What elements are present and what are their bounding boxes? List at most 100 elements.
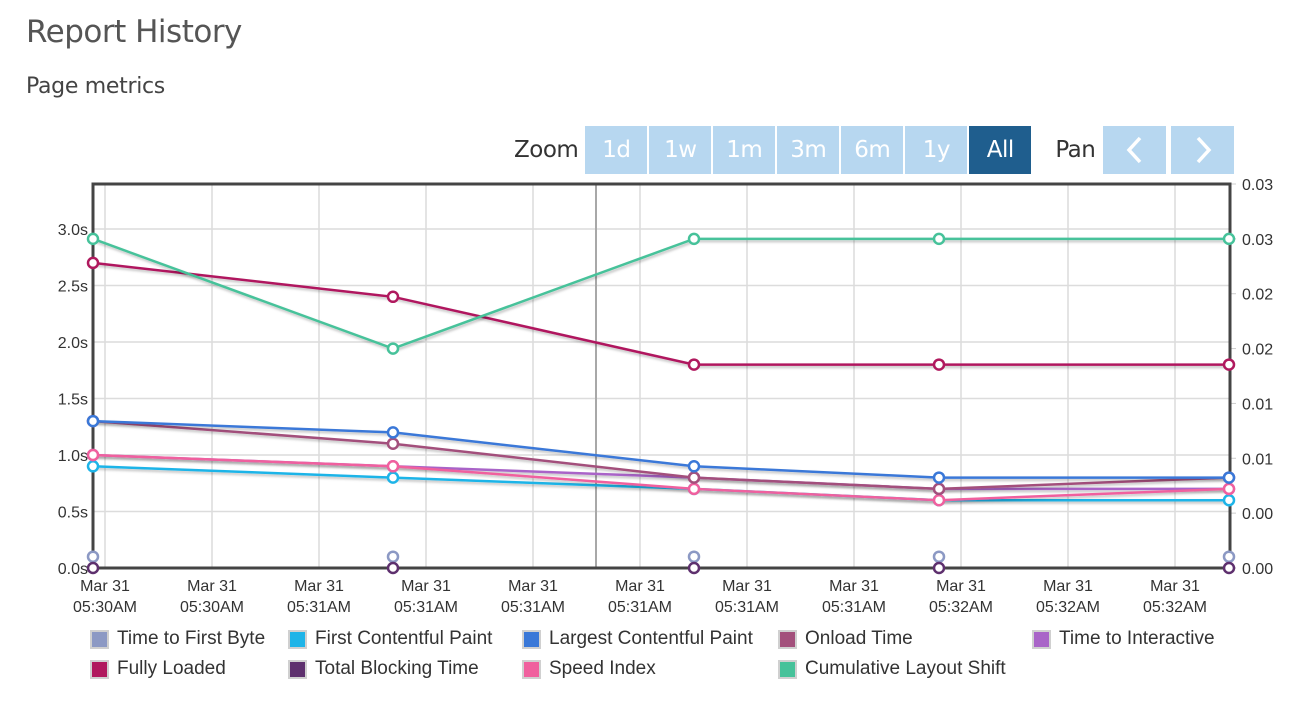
data-point[interactable] — [687, 232, 701, 246]
data-point[interactable] — [1222, 561, 1236, 575]
data-point[interactable] — [1222, 232, 1236, 246]
legend-label: Largest Contentful Paint — [549, 628, 753, 649]
data-point[interactable] — [932, 550, 946, 563]
data-point[interactable] — [687, 482, 701, 496]
legend-label: Onload Time — [805, 628, 913, 649]
data-point[interactable] — [86, 414, 100, 428]
data-point[interactable] — [86, 561, 100, 575]
data-point[interactable] — [1222, 471, 1236, 484]
x-tick-label-time: 05:32AM — [1036, 599, 1100, 616]
data-point[interactable] — [1222, 358, 1236, 371]
x-tick-label-date: Mar 31 — [1150, 578, 1200, 595]
data-point[interactable] — [687, 471, 701, 484]
legend-item[interactable]: Speed Index — [522, 658, 656, 680]
legend-swatch — [90, 659, 109, 679]
y-right-tick-label: 0.00 — [1242, 506, 1273, 523]
legend-item[interactable]: Fully Loaded — [90, 658, 226, 680]
legend-item[interactable]: Onload Time — [778, 628, 913, 650]
legend-swatch — [1032, 629, 1051, 649]
series-group — [86, 232, 1236, 575]
axis-labels: 0.0s 0.5s 1.0s 1.5s 2.0s 2.5s 3.0s Mar 31 05:30A… — [58, 177, 1273, 616]
x-tick-label-time: 05:31AM — [822, 599, 886, 616]
data-point[interactable] — [86, 232, 100, 246]
legend-item[interactable]: Cumulative Layout Shift — [778, 658, 1006, 680]
x-tick-label-time: 05:30AM — [180, 599, 244, 616]
series-line — [92, 419, 1229, 479]
legend-label: Time to First Byte — [117, 628, 266, 649]
legend-swatch — [90, 629, 109, 649]
data-point[interactable] — [386, 426, 400, 439]
legend-item[interactable]: Time to Interactive — [1032, 628, 1215, 650]
data-point[interactable] — [86, 256, 100, 270]
x-tick-label-date: Mar 31 — [829, 578, 879, 595]
series-line — [92, 237, 1229, 350]
data-point[interactable] — [86, 448, 100, 462]
x-tick-label-time: 05:32AM — [1143, 599, 1207, 616]
data-point[interactable] — [386, 460, 400, 473]
line-chart: 0.0s 0.5s 1.0s 1.5s 2.0s 2.5s 3.0s Mar 31 05:30A… — [58, 177, 1273, 616]
data-point[interactable] — [932, 358, 946, 371]
legend-label: Cumulative Layout Shift — [805, 658, 1006, 679]
x-tick-label-time: 05:31AM — [394, 599, 458, 616]
y-left-tick-label: 0.5s — [58, 505, 88, 522]
legend-item[interactable]: Total Blocking Time — [288, 658, 479, 680]
data-point[interactable] — [932, 493, 946, 507]
data-point[interactable] — [932, 482, 946, 496]
legend-swatch — [778, 629, 797, 649]
data-point[interactable] — [86, 550, 100, 563]
legend-swatch — [522, 629, 541, 649]
data-point[interactable] — [687, 561, 701, 575]
y-right-tick-label: 0.01 — [1242, 451, 1273, 468]
legend-swatch — [288, 629, 307, 649]
series-line — [92, 261, 1229, 366]
x-tick-label-date: Mar 31 — [187, 578, 237, 595]
data-point[interactable] — [86, 460, 100, 473]
x-tick-label-date: Mar 31 — [508, 578, 558, 595]
x-tick-label-date: Mar 31 — [722, 578, 772, 595]
y-left-tick-label: 1.5s — [58, 392, 88, 409]
data-point[interactable] — [1222, 482, 1236, 496]
legend-label: First Contentful Paint — [315, 628, 493, 649]
data-point[interactable] — [932, 561, 946, 575]
x-tick-label-time: 05:31AM — [715, 599, 779, 616]
data-point[interactable] — [386, 290, 400, 304]
data-point[interactable] — [687, 358, 701, 371]
data-point[interactable] — [687, 460, 701, 473]
data-point[interactable] — [386, 561, 400, 575]
axes — [91, 182, 1236, 570]
series-cumulative-layout-shift — [86, 232, 1236, 355]
legend-swatch — [288, 659, 307, 679]
data-point[interactable] — [386, 550, 400, 563]
data-point[interactable] — [932, 471, 946, 484]
x-tick-label-date: Mar 31 — [936, 578, 986, 595]
x-tick-label-time: 05:31AM — [608, 599, 672, 616]
y-left-tick-label: 0.0s — [58, 561, 88, 578]
legend-label: Time to Interactive — [1059, 628, 1215, 649]
x-tick-label-time: 05:30AM — [73, 599, 137, 616]
legend-item[interactable]: Largest Contentful Paint — [522, 628, 753, 650]
y-right-tick-label: 0.00 — [1242, 561, 1273, 578]
data-point[interactable] — [1222, 550, 1236, 563]
series-fully-loaded — [86, 256, 1236, 371]
x-tick-label-time: 05:31AM — [501, 599, 565, 616]
x-tick-label-date: Mar 31 — [80, 578, 130, 595]
legend-label: Speed Index — [549, 658, 656, 679]
data-point[interactable] — [1222, 493, 1236, 507]
series-time-to-first-byte — [86, 550, 1236, 563]
data-point[interactable] — [386, 471, 400, 484]
series-total-blocking-time — [86, 561, 1236, 575]
legend-item[interactable]: Time to First Byte — [90, 628, 265, 650]
legend-item[interactable]: First Contentful Paint — [288, 628, 492, 650]
y-right-tick-label: 0.02 — [1242, 342, 1273, 359]
data-point[interactable] — [687, 550, 701, 563]
legend-swatch — [522, 659, 541, 679]
y-left-tick-label: 1.0s — [58, 448, 88, 465]
x-tick-label-time: 05:32AM — [929, 599, 993, 616]
y-right-tick-label: 0.03 — [1242, 177, 1273, 194]
y-right-tick-label: 0.02 — [1242, 287, 1273, 304]
data-point[interactable] — [386, 437, 400, 450]
y-left-tick-label: 2.5s — [58, 279, 88, 296]
data-point[interactable] — [386, 342, 400, 355]
data-point[interactable] — [932, 232, 946, 246]
legend-label: Total Blocking Time — [315, 658, 479, 679]
